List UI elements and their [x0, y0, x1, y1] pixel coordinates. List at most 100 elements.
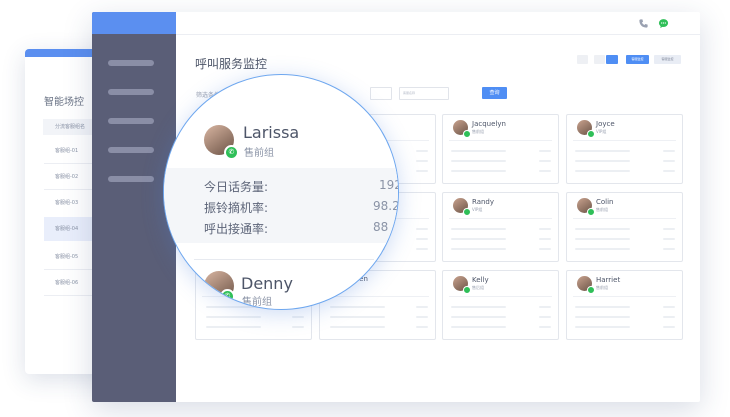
agent-group: VIP组 [472, 207, 483, 212]
stat-line [575, 228, 630, 230]
agent-card[interactable]: Randy VIP组 [442, 192, 559, 262]
stat-line [539, 306, 551, 308]
stat-line [575, 160, 630, 162]
chat-bubble-icon[interactable] [658, 18, 669, 29]
filter-input[interactable] [370, 87, 392, 100]
stat-value-connect-rate: 88 [373, 220, 389, 234]
group-item-03[interactable]: 客服组-03 [55, 199, 78, 206]
divider [573, 296, 676, 297]
query-button[interactable]: 查询 [482, 87, 507, 99]
stat-line [416, 306, 428, 308]
stat-line [451, 160, 506, 162]
stat-line [451, 238, 506, 240]
stat-line [663, 326, 675, 328]
phone-status-icon: ✆ [220, 289, 235, 304]
stat-line [539, 160, 551, 162]
divider [326, 296, 429, 297]
divider [449, 140, 552, 141]
stat-line [663, 228, 675, 230]
toggle-active[interactable] [606, 55, 618, 64]
phone-status-icon: ✆ [224, 145, 239, 160]
stat-line [330, 306, 385, 308]
agent-card[interactable]: Jacquelyn 售前组 [442, 114, 559, 184]
group-item-01[interactable]: 客服组-01 [55, 147, 78, 154]
agent-name: Larissa [243, 123, 300, 142]
stat-line [539, 326, 551, 328]
agent-name: Harriet [596, 276, 621, 284]
agent-search-input[interactable]: 客服名称 [399, 87, 449, 100]
online-status-icon [463, 208, 471, 216]
online-status-icon [587, 130, 595, 138]
stat-line [663, 170, 675, 172]
agent-card[interactable]: Harriet 售前组 [566, 270, 683, 340]
agent-group: 售后组 [472, 285, 484, 290]
sidebar-item[interactable] [108, 60, 154, 66]
stat-line [206, 326, 261, 328]
view-toggle-2[interactable]: 客服监控 [654, 55, 681, 64]
sidebar-item[interactable] [108, 147, 154, 153]
agent-card[interactable]: Joyce VIP组 [566, 114, 683, 184]
stat-line [416, 316, 428, 318]
group-item-05[interactable]: 客服组-05 [55, 253, 78, 260]
sidebar-item[interactable] [108, 89, 154, 95]
sidebar-logo-strip [92, 12, 176, 34]
stat-line [416, 228, 428, 230]
stat-line [575, 248, 630, 250]
page-title: 呼叫服务监控 [195, 57, 268, 71]
toggle-blank[interactable] [594, 55, 605, 64]
stat-line [663, 248, 675, 250]
agent-group: 售前组 [242, 297, 272, 308]
stat-line [451, 316, 506, 318]
online-status-icon [587, 208, 595, 216]
stats-panel: 今日话务量: 192 振铃摘机率: 98.2 呼出接通率: 88 [164, 168, 398, 243]
stat-line [575, 306, 630, 308]
stat-line [416, 248, 428, 250]
stat-line [416, 160, 428, 162]
stat-line [539, 170, 551, 172]
stat-line [539, 150, 551, 152]
agent-card[interactable]: Colin 售前组 [566, 192, 683, 262]
agent-name: Joyce [596, 120, 615, 128]
magnifier-lens: ✆ Larissa 售前组 今日话务量: 192 振铃摘机率: 98.2 呼出接… [163, 74, 399, 310]
stat-line [416, 326, 428, 328]
stat-line [575, 238, 630, 240]
agent-group: 售前组 [596, 207, 608, 212]
stat-line [539, 316, 551, 318]
agent-card[interactable]: Kelly 售后组 [442, 270, 559, 340]
phone-icon[interactable] [638, 18, 649, 29]
stat-line [575, 316, 630, 318]
agent-name: Jacquelyn [472, 120, 506, 128]
panel-title: 智能场控 [44, 97, 84, 108]
stat-line [330, 316, 385, 318]
stat-line [663, 150, 675, 152]
stat-line [575, 170, 630, 172]
online-status-icon [463, 286, 471, 294]
divider [194, 259, 374, 260]
view-toggle-1[interactable]: 客服监控 [626, 55, 649, 64]
sidebar-item[interactable] [108, 176, 154, 182]
stat-line [575, 326, 630, 328]
divider [449, 218, 552, 219]
header-divider [176, 34, 700, 35]
toggle-blank[interactable] [577, 55, 588, 64]
stat-line [451, 326, 506, 328]
stat-line [292, 326, 304, 328]
stat-line [416, 170, 428, 172]
stat-line [451, 150, 506, 152]
group-item-02[interactable]: 客服组-02 [55, 173, 78, 180]
stat-line [663, 160, 675, 162]
online-status-icon [463, 130, 471, 138]
divider [573, 218, 676, 219]
stat-line [451, 228, 506, 230]
stat-line [663, 238, 675, 240]
online-status-icon [587, 286, 595, 294]
agent-group: VIP组 [596, 129, 607, 134]
stat-line [330, 326, 385, 328]
stat-line [292, 316, 304, 318]
stat-line [451, 170, 506, 172]
stat-line [575, 150, 630, 152]
group-item-06[interactable]: 客服组-06 [55, 279, 78, 286]
agent-name: Randy [472, 198, 495, 206]
sidebar-item[interactable] [108, 118, 154, 124]
stat-label-pickup-rate: 振铃摘机率: [204, 201, 269, 215]
